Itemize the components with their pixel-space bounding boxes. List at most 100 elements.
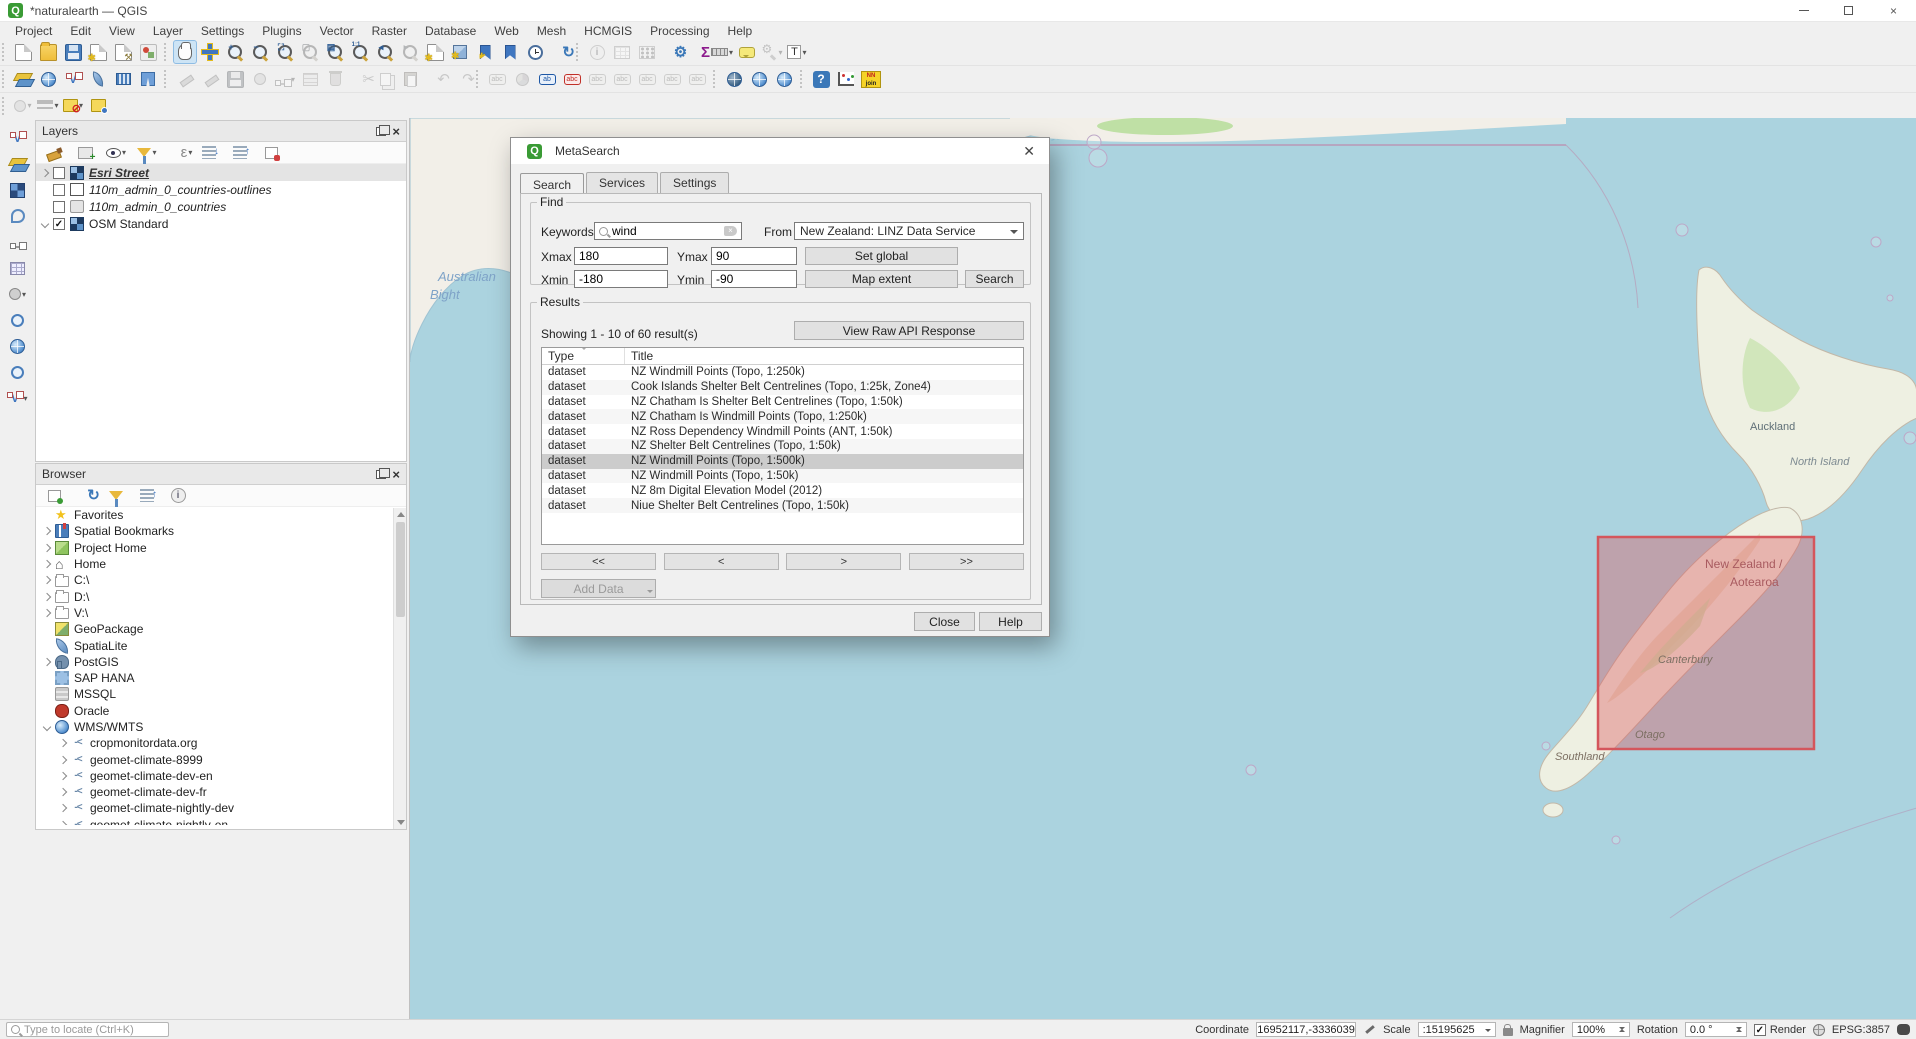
previous-page-button[interactable]: <: [664, 553, 779, 570]
pin-label-button[interactable]: [86, 94, 110, 118]
save-project-button[interactable]: [61, 40, 85, 64]
new-mesh-layer-button[interactable]: [111, 67, 135, 91]
close-panel-icon[interactable]: ×: [392, 125, 400, 138]
layer-item-countries[interactable]: 110m_admin_0_countries: [36, 198, 406, 215]
browser-item-geomet-dev-en[interactable]: geomet-climate-dev-en: [36, 768, 406, 784]
lock-icon[interactable]: [1503, 1028, 1513, 1036]
redo-button[interactable]: ↷: [448, 67, 472, 91]
chevron-icon[interactable]: [43, 576, 51, 584]
Layer[interactable]: Layer: [144, 23, 192, 39]
manage-map-themes-button[interactable]: ▾: [104, 141, 128, 165]
refresh-button[interactable]: ↻: [548, 40, 572, 64]
new-3d-map-view-button[interactable]: [448, 40, 472, 64]
View[interactable]: View: [100, 23, 144, 39]
zoom-next-button[interactable]: ▸: [398, 40, 422, 64]
layer-ordering-button[interactable]: ▾: [36, 94, 60, 118]
minimize-button[interactable]: [1781, 0, 1826, 22]
filter-expression-button[interactable]: ε ▾: [166, 141, 190, 165]
browser-item-home[interactable]: Home: [36, 556, 406, 572]
result-row[interactable]: dataset NZ Windmill Points (Topo, 1:500k…: [542, 454, 1023, 469]
Plugins[interactable]: Plugins: [253, 23, 310, 39]
temporal-controller-button[interactable]: [523, 40, 547, 64]
browser-item-sap-hana[interactable]: SAP HANA: [36, 670, 406, 686]
field-calculator-button[interactable]: [635, 40, 659, 64]
layer-checkbox[interactable]: [53, 218, 65, 230]
xmax-input[interactable]: [574, 247, 668, 265]
browser-item-geomet-dev-fr[interactable]: geomet-climate-dev-fr: [36, 784, 406, 800]
chevron-icon[interactable]: [41, 168, 49, 176]
close-dialog-button[interactable]: Close: [914, 612, 975, 631]
save-layer-edits-button[interactable]: [223, 67, 247, 91]
map-tips-button[interactable]: [735, 40, 759, 64]
browser-item-geomet-8999[interactable]: geomet-climate-8999: [36, 751, 406, 767]
mesh-grid-button[interactable]: [6, 256, 30, 280]
zoom-to-selection-button[interactable]: ▢: [298, 40, 322, 64]
toggle-editing-button[interactable]: [198, 67, 222, 91]
result-row[interactable]: dataset Cook Islands Shelter Belt Centre…: [542, 380, 1023, 395]
result-row[interactable]: dataset NZ Ross Dependency Windmill Poin…: [542, 424, 1023, 439]
zoom-native-button[interactable]: 1:1: [348, 40, 372, 64]
chevron-icon[interactable]: [59, 821, 67, 825]
zoom-full-button[interactable]: ⛶: [273, 40, 297, 64]
highlight-pinned-labels-button[interactable]: [585, 67, 609, 91]
new-spatial-bookmark-button[interactable]: [473, 40, 497, 64]
layer-diagram-button[interactable]: [510, 67, 534, 91]
chevron-icon[interactable]: [43, 609, 51, 617]
qgis-cloud-button[interactable]: [747, 67, 771, 91]
browser-item-drive-c[interactable]: C:\: [36, 572, 406, 588]
browser-scrollbar[interactable]: [393, 508, 406, 829]
result-row[interactable]: dataset NZ Chatham Is Shelter Belt Centr…: [542, 395, 1023, 410]
close-button[interactable]: ×: [1871, 0, 1916, 22]
paste-features-button[interactable]: [398, 67, 422, 91]
browser-item-oracle[interactable]: Oracle: [36, 703, 406, 719]
Vector[interactable]: Vector: [311, 23, 363, 39]
result-row[interactable]: dataset NZ Chatham Is Windmill Points (T…: [542, 409, 1023, 424]
scale-combobox[interactable]: :15195625: [1418, 1022, 1496, 1037]
new-shapefile-layer-button[interactable]: [61, 67, 85, 91]
pin-unpin-labels-button[interactable]: [635, 67, 659, 91]
show-hidden-labels-button[interactable]: [610, 67, 634, 91]
pan-to-selection-button[interactable]: [198, 40, 222, 64]
delete-selected-button[interactable]: [323, 67, 347, 91]
polyline-tool-button[interactable]: ▾: [6, 386, 30, 410]
scroll-down-icon[interactable]: [397, 820, 405, 825]
locator-input[interactable]: Type to locate (Ctrl+K): [6, 1022, 169, 1037]
from-combobox[interactable]: New Zealand: LINZ Data Service: [794, 222, 1024, 240]
vertex-curve-button[interactable]: [6, 204, 30, 228]
remove-layer-button[interactable]: [259, 141, 283, 165]
add-web-layer-button[interactable]: [36, 67, 60, 91]
advanced-digitize-button[interactable]: [6, 126, 30, 150]
collapse-all-button[interactable]: [228, 141, 252, 165]
rotation-stepper[interactable]: 0.0 °: [1685, 1022, 1747, 1037]
measure-button[interactable]: ▾: [710, 40, 734, 64]
render-checkbox[interactable]: Render: [1754, 1024, 1806, 1036]
Services[interactable]: Services: [586, 172, 658, 195]
add-group-button[interactable]: [73, 141, 97, 165]
nn-join-button[interactable]: [859, 67, 883, 91]
browser-item-geomet-nightly-dev[interactable]: geomet-climate-nightly-dev: [36, 800, 406, 816]
first-page-button[interactable]: <<: [541, 553, 656, 570]
move-label-button[interactable]: [685, 67, 709, 91]
layer-checkbox[interactable]: [53, 184, 65, 196]
show-layout-manager-button[interactable]: [111, 40, 135, 64]
new-virtual-layer-button[interactable]: [136, 67, 160, 91]
float-panel-icon[interactable]: [376, 127, 386, 136]
keywords-text[interactable]: [612, 224, 724, 238]
zoom-in-button[interactable]: +: [223, 40, 247, 64]
result-row[interactable]: dataset NZ 8m Digital Elevation Model (2…: [542, 483, 1023, 498]
chevron-icon[interactable]: [59, 739, 67, 747]
open-project-button[interactable]: [36, 40, 60, 64]
browser-item-geopackage[interactable]: GeoPackage: [36, 621, 406, 637]
Mesh[interactable]: Mesh: [528, 23, 575, 39]
geocoder-search-button[interactable]: ▾: [760, 40, 784, 64]
result-row[interactable]: dataset NZ Windmill Points (Topo, 1:50k): [542, 469, 1023, 484]
Settings[interactable]: Settings: [660, 172, 729, 195]
statistical-summary-button[interactable]: Σ: [685, 40, 709, 64]
vertex-tool-button[interactable]: ▾: [273, 67, 297, 91]
chevron-icon[interactable]: [43, 543, 51, 551]
browser-item-favorites[interactable]: Favorites: [36, 507, 406, 523]
chevron-icon[interactable]: [59, 755, 67, 763]
browser-item-wms-wmts[interactable]: WMS/WMTS: [36, 719, 406, 735]
coordinate-tracking-icon[interactable]: [1363, 1023, 1376, 1036]
messages-icon[interactable]: [1897, 1024, 1910, 1035]
